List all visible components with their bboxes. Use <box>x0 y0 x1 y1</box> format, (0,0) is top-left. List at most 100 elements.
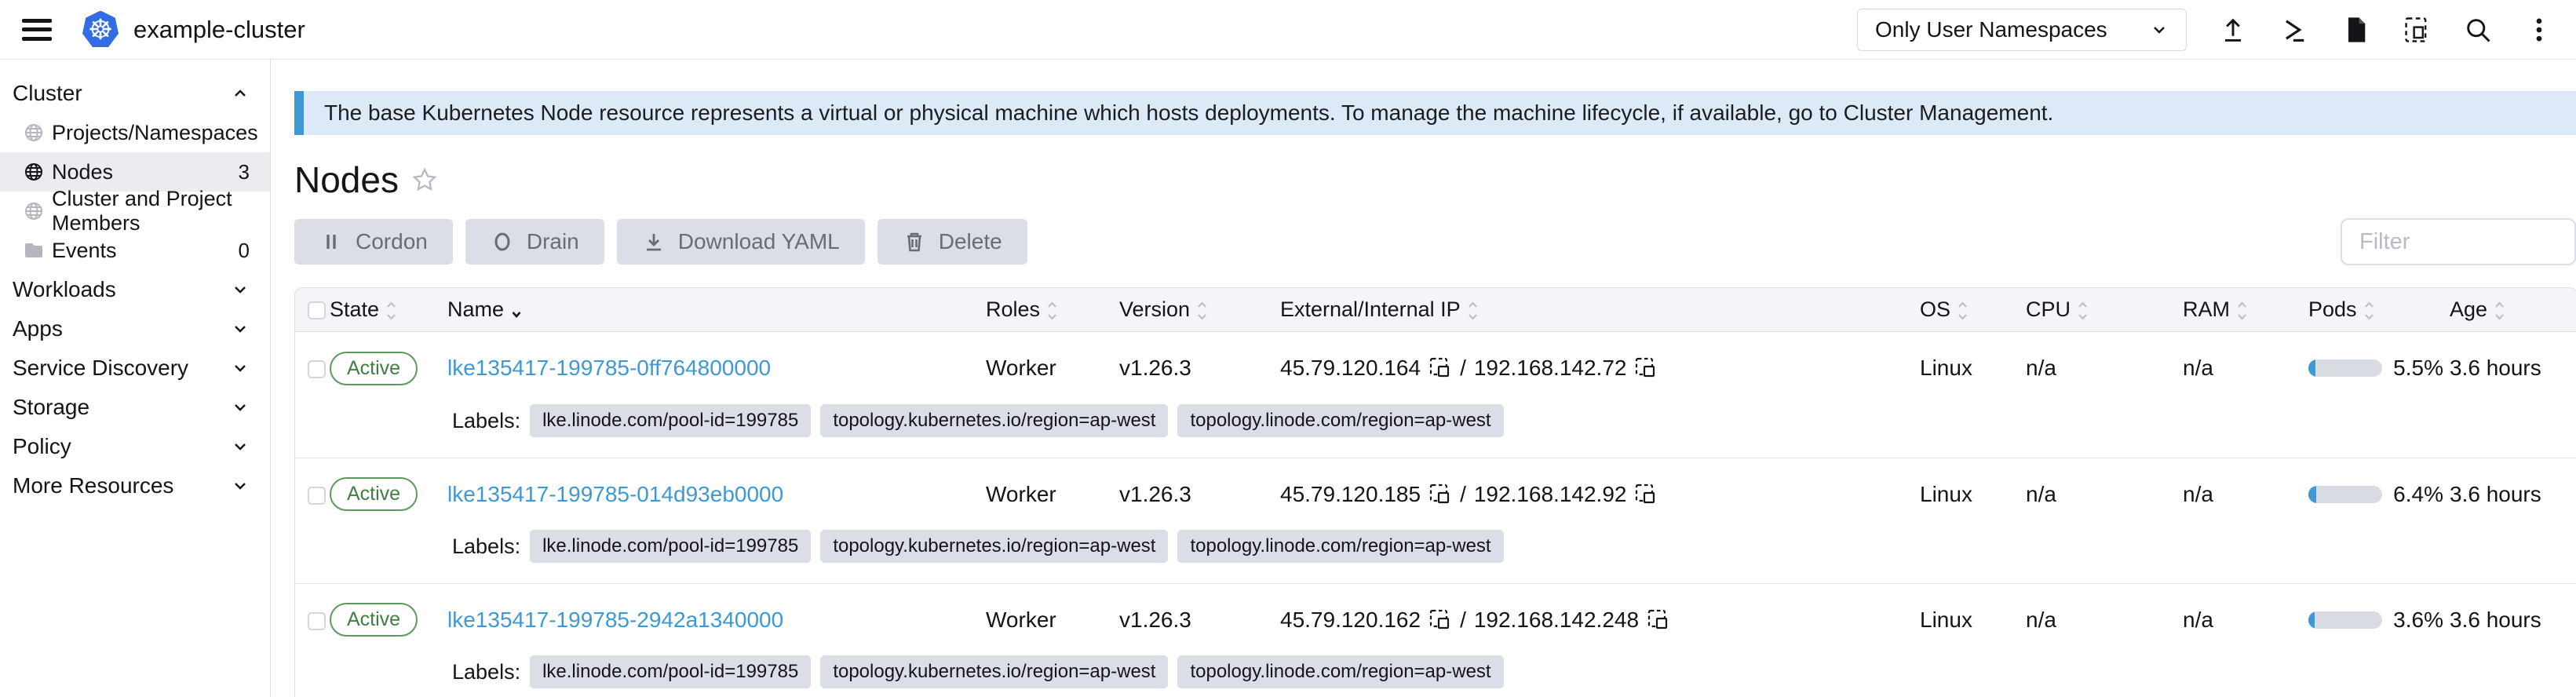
sidebar-item-count: 0 <box>239 239 250 263</box>
sort-icon <box>1467 300 1479 322</box>
sidebar-item-nodes[interactable]: Nodes 3 <box>0 152 270 192</box>
sidebar-item-events[interactable]: Events 0 <box>0 231 270 270</box>
external-ip: 45.79.120.185 <box>1280 482 1421 507</box>
table-row: Active lke135417-199785-014d93eb0000 Wor… <box>295 458 2576 583</box>
kubeconfig-icon[interactable] <box>2402 15 2432 45</box>
top-header: ☸ example-cluster Only User Namespaces <box>0 0 2576 60</box>
sidebar-item-cluster-and-project-members[interactable]: Cluster and Project Members <box>0 192 270 231</box>
pods-progress-fill <box>2308 611 2315 629</box>
sort-icon <box>1957 300 1968 322</box>
sidebar-section-label: Service Discovery <box>13 356 188 381</box>
select-all-checkbox[interactable] <box>308 301 326 319</box>
row-checkbox[interactable] <box>308 612 326 630</box>
hamburger-menu-icon[interactable] <box>22 19 52 41</box>
column-header-age[interactable]: Age <box>2450 288 2576 332</box>
globe-icon <box>24 162 44 182</box>
filter-input[interactable] <box>2341 218 2576 265</box>
roles-value: Worker <box>986 332 1119 404</box>
sort-icon <box>385 300 397 322</box>
column-header-name[interactable]: Name <box>447 288 986 332</box>
sidebar-section-cluster[interactable]: Cluster <box>0 74 270 113</box>
sidebar-section-label: Storage <box>13 395 89 420</box>
roles-value: Worker <box>986 458 1119 530</box>
header-right: Only User Namespaces <box>1857 9 2554 51</box>
os-value: Linux <box>1920 458 2026 530</box>
info-banner-text: The base Kubernetes Node resource repres… <box>324 100 2053 126</box>
ip-separator: / <box>1460 482 1466 507</box>
sidebar-section-label: More Resources <box>13 473 173 498</box>
row-checkbox[interactable] <box>308 360 326 378</box>
column-header-version[interactable]: Version <box>1119 288 1280 332</box>
cpu-value: n/a <box>2026 458 2183 530</box>
version-value: v1.26.3 <box>1119 332 1280 404</box>
node-name-link[interactable]: lke135417-199785-014d93eb0000 <box>447 482 783 506</box>
sidebar-item-projects-namespaces[interactable]: Projects/Namespaces <box>0 113 270 152</box>
pods-percentage: 5.5% <box>2393 356 2443 381</box>
pods-progress-fill <box>2308 486 2316 503</box>
node-name-link[interactable]: lke135417-199785-0ff764800000 <box>447 356 771 380</box>
column-header-roles[interactable]: Roles <box>986 288 1119 332</box>
ram-value: n/a <box>2183 458 2308 530</box>
sidebar-section-apps[interactable]: Apps <box>0 309 270 348</box>
labels-chips: lke.linode.com/pool-id=199785topology.ku… <box>530 404 1504 437</box>
column-header-state[interactable]: State <box>330 288 447 332</box>
copy-icon[interactable] <box>1634 356 1658 380</box>
row-checkbox[interactable] <box>308 487 326 505</box>
column-header-os[interactable]: OS <box>1920 288 2026 332</box>
chevron-down-icon <box>231 437 250 456</box>
drain-button[interactable]: Drain <box>465 219 604 265</box>
cordon-button[interactable]: Cordon <box>294 219 453 265</box>
kebab-menu-icon[interactable] <box>2524 15 2554 45</box>
status-badge: Active <box>330 352 418 385</box>
column-header-external-internal-ip[interactable]: External/Internal IP <box>1280 288 1920 332</box>
copy-icon[interactable] <box>1428 483 1452 506</box>
version-value: v1.26.3 <box>1119 458 1280 530</box>
copy-icon[interactable] <box>1428 356 1452 380</box>
kubectl-shell-icon[interactable] <box>2279 15 2309 45</box>
sidebar-section-storage[interactable]: Storage <box>0 388 270 427</box>
sidebar-section-service-discovery[interactable]: Service Discovery <box>0 348 270 388</box>
delete-button[interactable]: Delete <box>878 219 1027 265</box>
column-header-pods[interactable]: Pods <box>2308 288 2450 332</box>
nodes-table: State Name Roles Version External/Intern… <box>294 287 2576 697</box>
file-icon[interactable] <box>2341 15 2370 45</box>
pods-progress-bar <box>2308 611 2382 629</box>
pods-usage: 5.5% <box>2308 356 2443 381</box>
sort-icon <box>2077 300 2089 322</box>
ram-value: n/a <box>2183 332 2308 404</box>
node-labels-row: Labels: lke.linode.com/pool-id=199785top… <box>295 530 2576 583</box>
node-name-link[interactable]: lke135417-199785-2942a1340000 <box>447 608 783 632</box>
external-ip: 45.79.120.164 <box>1280 356 1421 381</box>
sidebar: Cluster Projects/Namespaces Nodes 3 Clus… <box>0 60 271 697</box>
column-header-cpu[interactable]: CPU <box>2026 288 2183 332</box>
chevron-down-icon <box>231 280 250 299</box>
node-main-row: Active lke135417-199785-014d93eb0000 Wor… <box>295 458 2576 530</box>
sidebar-section-workloads[interactable]: Workloads <box>0 270 270 309</box>
label-chip: topology.kubernetes.io/region=ap-west <box>820 655 1168 688</box>
age-value: 3.6 hours <box>2450 458 2576 530</box>
sidebar-item-label: Nodes <box>52 160 113 184</box>
chevron-down-icon <box>2150 20 2169 39</box>
copy-icon[interactable] <box>1647 608 1670 632</box>
labels-prefix: Labels: <box>452 409 520 433</box>
status-badge: Active <box>330 603 418 637</box>
pods-progress-bar <box>2308 486 2382 503</box>
sidebar-section-more-resources[interactable]: More Resources <box>0 466 270 505</box>
column-header-ram[interactable]: RAM <box>2183 288 2308 332</box>
namespace-filter-select[interactable]: Only User Namespaces <box>1857 9 2187 51</box>
favorite-star-icon[interactable] <box>411 166 438 193</box>
sidebar-item-count: 3 <box>239 160 250 184</box>
download-yaml-button[interactable]: Download YAML <box>617 219 865 265</box>
external-ip: 45.79.120.162 <box>1280 608 1421 633</box>
sidebar-section-policy[interactable]: Policy <box>0 427 270 466</box>
sidebar-section-label: Cluster <box>13 81 82 106</box>
copy-icon[interactable] <box>1634 483 1658 506</box>
table-row: Active lke135417-199785-2942a1340000 Wor… <box>295 583 2576 697</box>
upload-icon[interactable] <box>2218 15 2248 45</box>
pods-percentage: 3.6% <box>2393 608 2443 633</box>
page-title: Nodes <box>294 159 399 201</box>
ip-separator: / <box>1460 608 1466 633</box>
copy-icon[interactable] <box>1428 608 1452 632</box>
search-icon[interactable] <box>2463 15 2493 45</box>
pods-usage: 6.4% <box>2308 482 2443 507</box>
